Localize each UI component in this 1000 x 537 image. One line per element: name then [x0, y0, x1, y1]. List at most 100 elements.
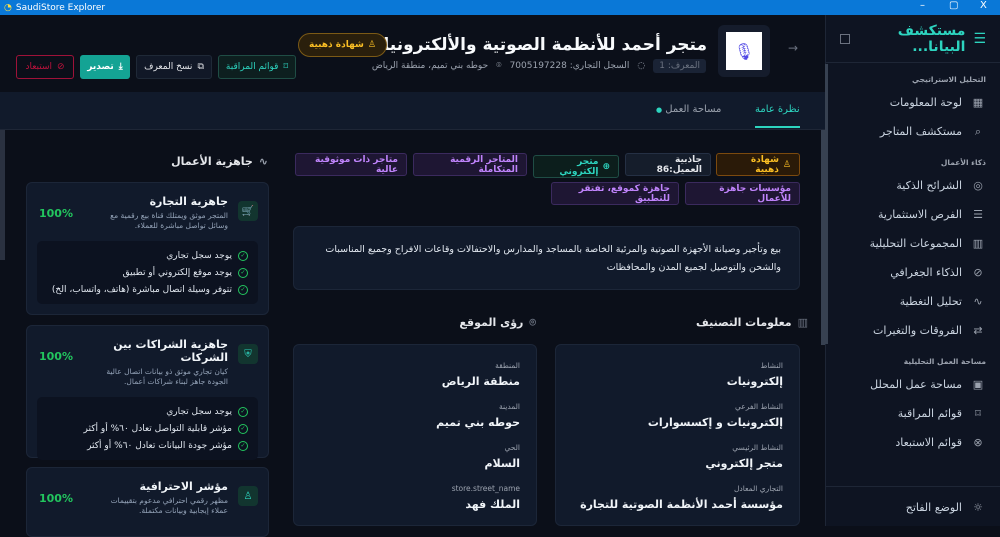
- sidebar-item-label: تحليل التغطية: [899, 295, 962, 308]
- check-item: ✓ مؤشر قابلية التواصل تعادل ٦٠% أو أكثر: [47, 420, 248, 437]
- activity-icon: ∿: [258, 155, 268, 168]
- briefcase-icon: ▣: [972, 378, 984, 391]
- maximize-button[interactable]: ▢: [949, 0, 958, 11]
- field-label: الحي: [504, 443, 520, 452]
- field-value: إلكترونيات و إكسسوارات: [647, 416, 783, 429]
- exclude-button[interactable]: ⊘ استبعاد: [16, 55, 74, 79]
- classification-title: ▥ معلومات التصنيف: [696, 316, 808, 329]
- readiness-checklist: ✓ يوجد سجل تجاري ✓ يوجد موقع إلكتروني أو تط…: [37, 241, 258, 305]
- activity-icon: ∿: [973, 295, 983, 308]
- bookmark-icon: ⌑: [975, 407, 981, 420]
- handshake-icon: ⛨: [238, 344, 258, 364]
- copy-id-button[interactable]: ⧉ نسخ المعرف: [136, 55, 212, 79]
- store-location: حوطه بني تميم، منطقة الرياض: [371, 61, 489, 71]
- content-scrollbar-left[interactable]: [0, 130, 5, 260]
- web-ready-tag: جاهزة كموقع، تفتقر للتطبيق: [551, 182, 679, 205]
- id-chip: المعرف: 1: [653, 59, 706, 73]
- check-item: ✓ يوجد سجل تجاري: [47, 247, 248, 264]
- readiness-desc: كيان تجاري موثق ذو بيانات اتصال عالية ال…: [106, 367, 228, 387]
- shield-off-icon: ⊗: [973, 436, 983, 449]
- sidebar-item-label: الوضع الفاتح: [905, 500, 962, 514]
- field-label: النشاط الفرعي: [735, 402, 783, 411]
- app-icon: ◔: [4, 2, 12, 13]
- globe-icon: ⊕: [602, 161, 610, 172]
- check-item: ✓ يوجد موقع إلكتروني أو تطبيق: [47, 264, 248, 281]
- check-circle-icon: ✓: [238, 250, 248, 261]
- target-icon: ◎: [973, 179, 983, 192]
- field-label: المدينة: [498, 402, 520, 411]
- close-button[interactable]: X: [980, 0, 987, 11]
- check-item: ✓ تتوفر وسيلة اتصال مباشرة (هاتف، واتساب،…: [47, 281, 248, 298]
- sidebar-item[interactable]: ▣ مساحة عمل المحلل: [826, 370, 1000, 399]
- window-titlebar: ◔ SaudiStore Explorer – ▢ X: [0, 0, 1000, 15]
- sidebar-item[interactable]: ▥ المجموعات التحليلية: [826, 229, 1000, 258]
- sidebar-item[interactable]: ⌕ مستكشف المتاجر: [826, 117, 1000, 146]
- copy-icon: ⧉: [197, 62, 204, 72]
- back-arrow-icon[interactable]: →: [788, 41, 798, 55]
- content-scrollbar[interactable]: [821, 130, 825, 345]
- check-item: ✓ يوجد سجل تجاري: [47, 403, 248, 420]
- sidebar-item[interactable]: ☰ الفرص الاستثمارية: [826, 200, 1000, 229]
- award-icon: ♙: [782, 159, 791, 170]
- readiness-desc: المتجر موثق ويمتلك قناة بيع رقمية مع وسا…: [110, 211, 228, 231]
- sidebar-item-label: قوائم المراقبة: [897, 407, 962, 420]
- field-value: مؤسسة أحمد الأنظمة الصوتية للتجارة: [580, 498, 783, 511]
- map-pin-icon: ⌾: [529, 316, 536, 329]
- field-label: النشاط الرئيسي: [732, 443, 783, 452]
- tab-bar: نظرة عامة مساحة العمل ●: [0, 92, 825, 130]
- sidebar-item[interactable]: ▦ لوحة المعلومات: [826, 88, 1000, 117]
- compass-icon: ⊘: [973, 266, 983, 279]
- window-title: SaudiStore Explorer: [15, 2, 106, 13]
- store-name: متجر أحمد للأنظمة الصوتية والألكترونيات: [366, 35, 707, 55]
- location-card: المنطقة منطقة الرياض المدينة حوطه بني تميم ا…: [293, 344, 537, 526]
- readiness-checklist: ✓ يوجد سجل تجاري ✓ مؤشر قابلية التواصل تعاد…: [37, 397, 258, 461]
- bookmark-icon: ⌑: [283, 62, 289, 72]
- store-description: بيع وتأجير وصيانة الأجهزة الصوتية والمرئ…: [293, 226, 800, 290]
- minimize-button[interactable]: –: [920, 0, 925, 11]
- sun-icon: ☼: [973, 500, 983, 514]
- ban-icon: ⊘: [57, 62, 65, 72]
- cart-icon: 🛒: [238, 201, 258, 221]
- check-circle-icon: ◌: [637, 61, 646, 71]
- store-meta: المعرف: 1 ◌ السجل التجاري: 7005197228 ⌾ …: [372, 59, 706, 73]
- sidebar-item[interactable]: ⊘ الذكاء الجغرافي: [826, 258, 1000, 287]
- sidebar-item[interactable]: ⊗ قوائم الاستبعاد: [826, 428, 1000, 457]
- sidebar-item[interactable]: ⇄ الفروقات والتغيرات: [826, 316, 1000, 345]
- sidebar-item-label: قوائم الاستبعاد: [895, 436, 962, 449]
- tab-workspace[interactable]: مساحة العمل ●: [656, 104, 721, 115]
- field-value: حوطه بني تميم: [436, 416, 520, 429]
- check-circle-icon: ✓: [238, 284, 248, 295]
- readiness-card: ⛨ 100% جاهزية الشراكات بين الشركات كيان …: [26, 325, 269, 461]
- sidebar-item-label: المجموعات التحليلية: [869, 237, 962, 250]
- gold-certificate-tag: ♙ شهادة ذهبية: [716, 153, 800, 176]
- sidebar-item-label: لوحة المعلومات: [889, 96, 962, 109]
- search-icon: ⌕: [974, 124, 982, 138]
- columns-icon: ▥: [972, 237, 984, 250]
- sidebar-item[interactable]: ∿ تحليل التغطية: [826, 287, 1000, 316]
- sidebar-item[interactable]: ◎ الشرائح الذكية: [826, 171, 1000, 200]
- integrated-stores-tag: المتاجر الرقمية المتكاملة: [413, 153, 527, 176]
- field-label: store.street_name: [451, 484, 520, 493]
- tab-overview[interactable]: نظرة عامة: [755, 104, 800, 128]
- award-icon: ♙: [238, 486, 258, 506]
- sidebar-item[interactable]: ⌑ قوائم المراقبة: [826, 399, 1000, 428]
- readiness-percent: 100%: [39, 207, 73, 220]
- collapse-sidebar-icon[interactable]: [840, 33, 850, 44]
- readiness-title: مؤشر الاحترافية: [139, 480, 228, 493]
- store-logo: 🎙: [718, 25, 770, 77]
- check-circle-icon: ✓: [238, 423, 248, 434]
- export-button[interactable]: ⤓ تصدير: [80, 55, 130, 79]
- attractiveness-tag: جاذبية العميل:86: [625, 153, 711, 176]
- readiness-title: جاهزية التجارة: [149, 195, 228, 208]
- watchlist-button[interactable]: ⌑ قوائم المراقبة: [218, 55, 296, 79]
- dashboard-icon: ▦: [972, 96, 984, 109]
- sidebar: ☰ مستكشف البيانا... التحليل الاستراتيجي ▦…: [825, 15, 1000, 526]
- field-value: إلكترونيات: [726, 375, 783, 388]
- sidebar-scrollbar[interactable]: [825, 64, 828, 344]
- field-value: الملك فهد: [465, 498, 520, 511]
- swap-icon: ⇄: [973, 324, 983, 337]
- check-circle-icon: ✓: [238, 406, 248, 417]
- field-value: السلام: [484, 457, 520, 470]
- sidebar-item-light-mode[interactable]: ☼ الوضع الفاتح: [826, 487, 1000, 527]
- commercial-register: السجل التجاري: 7005197228: [509, 61, 630, 71]
